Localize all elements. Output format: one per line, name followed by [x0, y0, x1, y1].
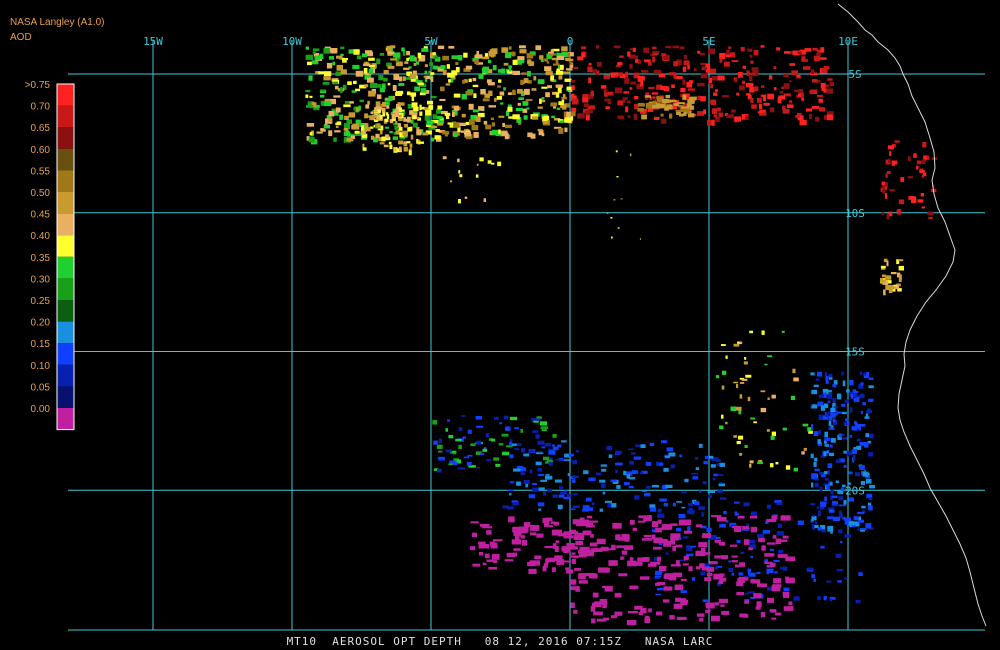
legend-label: 0.30 [31, 274, 51, 285]
legend-label: 0.65 [31, 123, 51, 134]
legend-swatch [57, 148, 74, 171]
legend-swatch [57, 235, 74, 257]
legend-label: 0.55 [31, 166, 51, 177]
longitude-label: 5E [702, 35, 715, 48]
legend-swatch [57, 192, 74, 214]
latitude-label: 10S [845, 207, 865, 220]
legend-swatch [57, 343, 74, 365]
legend-label: 0.25 [31, 296, 51, 307]
latitude-label: 15S [845, 346, 865, 359]
longitude-label: 10E [838, 35, 858, 48]
longitude-label: 10W [282, 35, 302, 48]
longitude-label: 0 [567, 35, 574, 48]
legend-swatch [57, 256, 74, 279]
color-legend: >0.75 0.70 0.65 0.60 0.55 0.50 0.45 0.40 0.35 0.3… [25, 80, 75, 431]
latitude-label: 5S [848, 68, 861, 81]
legend-swatch [57, 127, 74, 149]
legend-swatch [57, 170, 74, 192]
legend-label: 0.10 [31, 361, 51, 372]
longitude-labels: 15W 10W 5W 0 5E 10E [143, 35, 858, 48]
legend-swatch [57, 364, 74, 387]
legend-label: 0.70 [31, 102, 51, 113]
aerosol-fields [305, 45, 938, 626]
legend-label: 0.50 [31, 188, 51, 199]
legend-label: 0.35 [31, 253, 51, 264]
legend-label: 0.45 [31, 210, 51, 221]
legend-swatch [57, 300, 74, 322]
legend-label: 0.20 [31, 318, 51, 329]
legend-swatch [57, 278, 74, 300]
legend-swatch [57, 105, 74, 128]
legend-label: 0.05 [31, 382, 51, 393]
legend-label: 0.60 [31, 145, 51, 156]
legend-swatch [57, 213, 74, 236]
longitude-label: 5W [424, 35, 438, 48]
legend-swatch [57, 408, 74, 430]
legend-label: 0.15 [31, 339, 51, 350]
coastline [837, 3, 987, 627]
legend-swatch [57, 84, 74, 106]
legend-label: 0.00 [31, 404, 51, 415]
map-caption: MT10 AEROSOL OPT DEPTH 08 12, 2016 07:15… [286, 635, 714, 648]
longitude-label: 15W [143, 35, 163, 48]
legend-swatch [57, 386, 74, 408]
legend-label: >0.75 [25, 80, 51, 91]
latitude-label: 20S [845, 484, 865, 497]
aod-map: 15W 10W 5W 0 5E 10E 5S 10S 15S 20S [68, 3, 987, 631]
legend-swatch [57, 321, 74, 344]
legend-label: 0.40 [31, 231, 51, 242]
